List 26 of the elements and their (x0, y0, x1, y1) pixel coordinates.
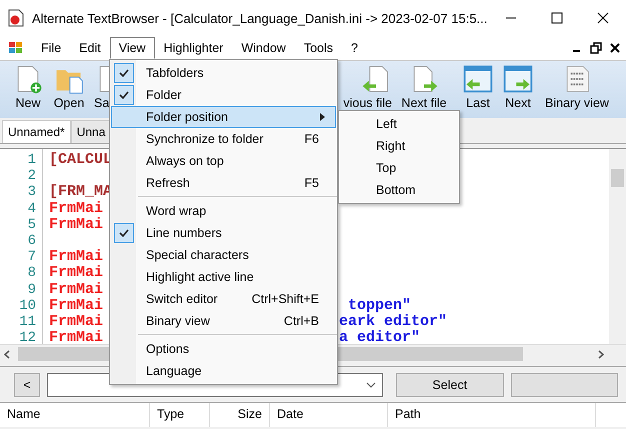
code-text: [FRM_MA (49, 184, 112, 200)
code-text: FrmMai (49, 298, 104, 314)
code-text: FrmMai (49, 314, 104, 330)
code-text: FrmMai (49, 249, 104, 266)
line-number: 2 (28, 168, 36, 184)
line-number: 5 (28, 216, 36, 233)
code-text: a editor" (339, 330, 420, 346)
line-number: 1 (28, 152, 36, 168)
line-number: 6 (28, 232, 36, 249)
line-number: 12 (19, 330, 36, 346)
code-text: [CALCUL (49, 152, 112, 168)
window-title: Alternate TextBrowser - [Calculator_Language_Danish.ini -> 2023-02-07 15:5... (32, 10, 488, 26)
line-number: 7 (28, 249, 36, 266)
code-text: FrmMai (49, 216, 104, 233)
code-text: eark editor" (339, 314, 448, 330)
code-text: FrmMai (49, 265, 104, 282)
code-text: FrmMai (49, 282, 104, 298)
code-text: toppen" (347, 298, 412, 314)
line-number: 4 (28, 200, 36, 217)
code-text: FrmMai (49, 330, 104, 346)
line-number: 3 (28, 184, 36, 200)
line-number: 11 (19, 314, 36, 330)
line-number: 8 (28, 265, 36, 282)
line-number: 9 (28, 282, 36, 298)
line-number: 10 (19, 298, 36, 314)
code-text: FrmMai (49, 200, 104, 217)
